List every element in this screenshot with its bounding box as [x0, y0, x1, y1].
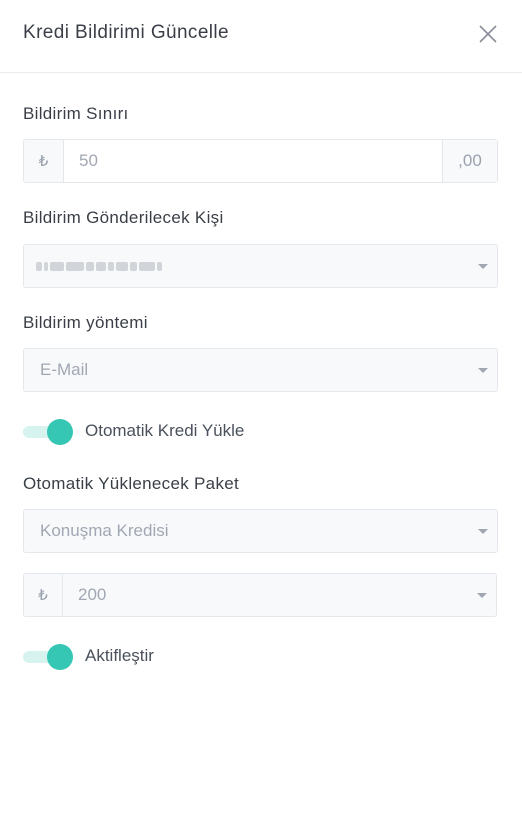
auto-package-label: Otomatik Yüklenecek Paket: [23, 474, 240, 493]
auto-load-toggle[interactable]: [23, 418, 75, 446]
chevron-down-icon: [478, 529, 488, 534]
close-button[interactable]: [476, 22, 500, 46]
method-selected-value: E-Mail: [40, 360, 89, 379]
amount-select[interactable]: ₺ 200: [23, 573, 497, 617]
method-select[interactable]: E-Mail: [23, 348, 498, 392]
chevron-down-icon: [478, 264, 488, 269]
dialog-title: Kredi Bildirimi Güncelle: [23, 22, 230, 43]
decimal-addon: ,00: [442, 140, 497, 182]
amount-selected-value: 200: [78, 585, 107, 604]
notification-limit-input-group: ₺ 50 ,00: [23, 139, 498, 183]
recipient-label: Bildirim Gönderilecek Kişi: [23, 208, 224, 227]
recipient-redacted-value: [36, 259, 162, 273]
auto-package-select[interactable]: Konuşma Kredisi: [23, 509, 498, 553]
auto-load-toggle-label: Otomatik Kredi Yükle: [85, 421, 245, 440]
chevron-down-icon: [477, 593, 487, 598]
activate-toggle-label: Aktifleştir: [85, 646, 154, 665]
close-icon: [479, 25, 497, 43]
notification-limit-label: Bildirim Sınırı: [23, 104, 129, 123]
notification-limit-value: 50: [79, 140, 98, 182]
auto-package-selected-value: Konuşma Kredisi: [40, 521, 169, 540]
currency-addon: ₺: [24, 574, 63, 616]
notification-limit-input[interactable]: 50: [64, 140, 442, 182]
dialog-header: Kredi Bildirimi Güncelle: [0, 0, 522, 73]
method-label: Bildirim yöntemi: [23, 313, 148, 332]
chevron-down-icon: [478, 368, 488, 373]
toggle-knob: [47, 419, 73, 445]
recipient-select[interactable]: [23, 244, 498, 288]
toggle-knob: [47, 644, 73, 670]
currency-addon: ₺: [24, 140, 64, 182]
activate-toggle[interactable]: [23, 643, 75, 671]
